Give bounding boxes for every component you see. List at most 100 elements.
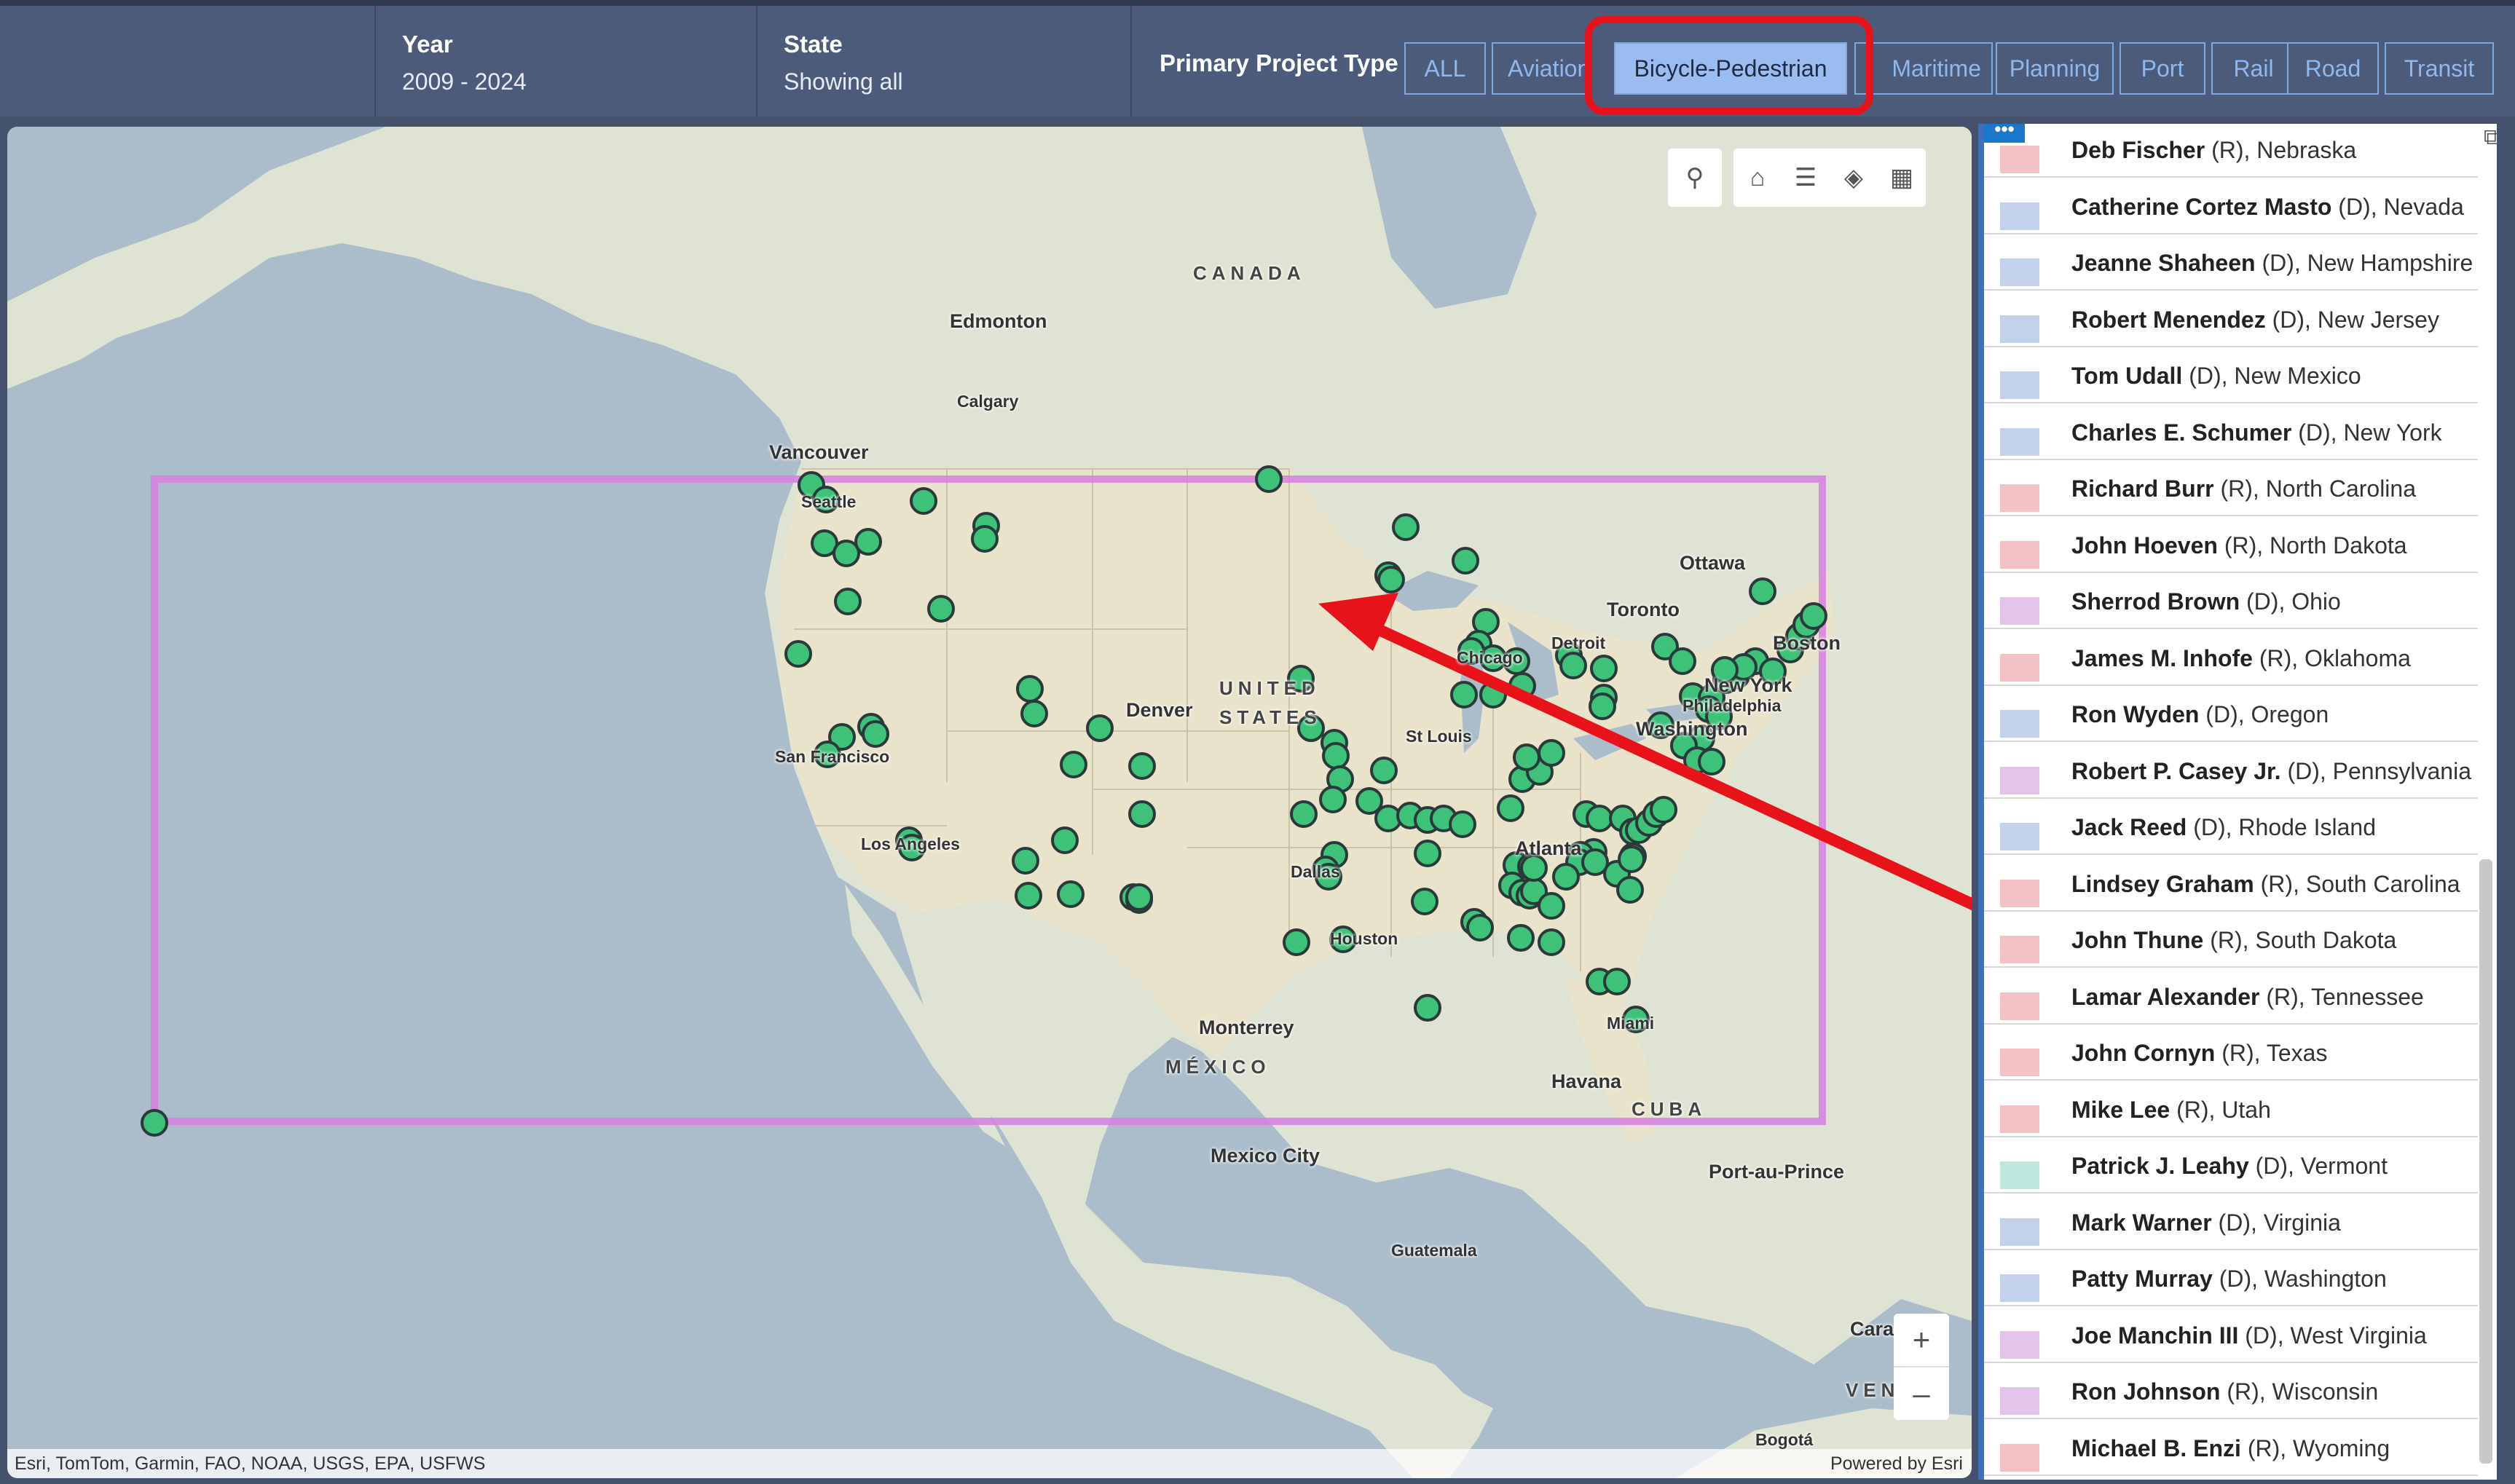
qr-code-icon[interactable]: ▦ xyxy=(1878,149,1926,207)
expand-icon[interactable]: ⧉ xyxy=(2484,125,2510,151)
project-marker[interactable] xyxy=(141,1109,168,1137)
project-marker[interactable] xyxy=(1449,810,1476,838)
senator-row[interactable]: John Hoeven (R), North Dakota xyxy=(1984,518,2482,573)
project-marker[interactable] xyxy=(1128,752,1156,780)
project-marker[interactable] xyxy=(1581,848,1609,876)
scrollbar-thumb[interactable] xyxy=(2479,859,2492,1464)
project-marker[interactable] xyxy=(910,487,937,515)
senator-row[interactable]: Tom Udall (D), New Mexico xyxy=(1984,348,2482,403)
senator-row[interactable]: Jack Reed (D), Rhode Island xyxy=(1984,800,2482,855)
project-marker[interactable] xyxy=(1086,714,1114,742)
project-marker[interactable] xyxy=(1452,547,1479,575)
project-marker[interactable] xyxy=(1255,465,1283,493)
project-marker[interactable] xyxy=(1322,742,1350,770)
project-marker[interactable] xyxy=(1590,655,1618,682)
project-marker[interactable] xyxy=(1319,786,1347,813)
project-marker[interactable] xyxy=(1290,800,1318,828)
project-marker[interactable] xyxy=(1450,681,1478,709)
project-marker[interactable] xyxy=(1513,743,1540,771)
home-icon[interactable]: ⌂ xyxy=(1733,149,1782,207)
senator-row[interactable]: Richard Burr (R), North Carolina xyxy=(1984,461,2482,516)
project-marker[interactable] xyxy=(862,720,889,748)
project-marker[interactable] xyxy=(1414,840,1441,867)
senator-row[interactable]: Patrick J. Leahy (D), Vermont xyxy=(1984,1138,2482,1193)
senator-row[interactable]: Deb Fischer (R), Nebraska xyxy=(1984,124,2482,178)
project-marker[interactable] xyxy=(1060,751,1087,778)
senator-row[interactable]: Robert P. Casey Jr. (D), Pennsylvania xyxy=(1984,743,2482,799)
senator-row[interactable]: Lindsey Graham (R), South Carolina xyxy=(1984,856,2482,912)
project-marker[interactable] xyxy=(1618,845,1645,873)
project-marker[interactable] xyxy=(1125,883,1153,911)
senator-row[interactable]: Michael B. Enzi (R), Wyoming xyxy=(1984,1421,2482,1476)
senator-row[interactable]: Ron Johnson (R), Wisconsin xyxy=(1984,1364,2482,1419)
senator-row[interactable]: Mike Lee (R), Utah xyxy=(1984,1082,2482,1137)
zoom-out-button[interactable]: – xyxy=(1894,1367,1949,1420)
senator-row[interactable]: Mark Warner (D), Virginia xyxy=(1984,1195,2482,1250)
type-button-maritime[interactable]: Maritime xyxy=(1854,42,1993,95)
project-marker[interactable] xyxy=(1414,994,1441,1022)
senator-row[interactable]: Ron Wyden (D), Oregon xyxy=(1984,687,2482,742)
project-marker[interactable] xyxy=(1538,739,1565,767)
project-marker[interactable] xyxy=(1392,513,1420,541)
legend-icon[interactable]: ☰ xyxy=(1782,149,1830,207)
project-marker[interactable] xyxy=(1016,675,1044,703)
state-filter[interactable]: State Showing all xyxy=(757,6,1132,117)
type-button-transit[interactable]: Transit xyxy=(2385,42,2494,95)
type-button-road[interactable]: Road xyxy=(2287,42,2379,95)
senator-row[interactable]: Catherine Cortez Masto (D), Nevada xyxy=(1984,179,2482,234)
project-marker[interactable] xyxy=(1377,566,1405,593)
project-marker[interactable] xyxy=(1538,892,1565,920)
project-marker[interactable] xyxy=(1128,800,1156,828)
type-button-all[interactable]: ALL xyxy=(1404,42,1486,95)
project-marker[interactable] xyxy=(1466,914,1494,942)
senator-row[interactable]: Patty Murray (D), Washington xyxy=(1984,1251,2482,1306)
project-marker[interactable] xyxy=(1012,847,1039,875)
project-marker[interactable] xyxy=(1552,863,1580,891)
year-filter[interactable]: Year 2009 - 2024 xyxy=(376,6,757,117)
project-marker[interactable] xyxy=(1698,748,1725,775)
project-marker[interactable] xyxy=(1507,924,1535,952)
project-marker[interactable] xyxy=(1051,826,1079,854)
project-marker[interactable] xyxy=(927,595,955,623)
project-marker[interactable] xyxy=(854,528,882,556)
senator-row[interactable]: Charles E. Schumer (D), New York xyxy=(1984,405,2482,460)
senator-row[interactable]: John Thune (R), South Dakota xyxy=(1984,912,2482,968)
project-marker[interactable] xyxy=(1586,805,1613,832)
project-marker[interactable] xyxy=(1015,882,1042,909)
senator-row[interactable]: John Cornyn (R), Texas xyxy=(1984,1025,2482,1081)
type-button-aviation[interactable]: Aviation xyxy=(1492,42,1586,95)
senator-row[interactable]: Jeanne Shaheen (D), New Hampshire xyxy=(1984,235,2482,291)
powered-by-esri[interactable]: Powered by Esri xyxy=(1830,1453,1963,1475)
project-marker[interactable] xyxy=(1616,876,1644,904)
project-marker[interactable] xyxy=(1603,968,1631,995)
project-marker[interactable] xyxy=(1589,692,1616,720)
project-marker[interactable] xyxy=(1800,602,1827,630)
type-button-port[interactable]: Port xyxy=(2120,42,2205,95)
zoom-in-button[interactable]: + xyxy=(1894,1314,1949,1367)
project-marker[interactable] xyxy=(784,640,812,668)
project-marker[interactable] xyxy=(834,588,862,615)
type-button-rail[interactable]: Rail xyxy=(2211,42,2296,95)
project-marker[interactable] xyxy=(1411,888,1438,915)
project-marker[interactable] xyxy=(1497,794,1524,822)
project-marker[interactable] xyxy=(1650,796,1677,824)
senator-row[interactable]: James M. Inhofe (R), Oklahoma xyxy=(1984,631,2482,686)
layers-icon[interactable]: ◈ xyxy=(1830,149,1878,207)
map-view[interactable]: CANADA Edmonton Calgary Vancouver Seattl… xyxy=(7,127,1972,1478)
senator-row[interactable]: Robert Menendez (D), New Jersey xyxy=(1984,292,2482,347)
senator-list-panel[interactable]: ••• Deb Fischer (R), Nebraska Catherine C… xyxy=(1978,124,2484,1480)
project-marker[interactable] xyxy=(1283,928,1310,956)
project-marker[interactable] xyxy=(1749,577,1776,605)
type-button-planning[interactable]: Planning xyxy=(1996,42,2114,95)
senator-row[interactable]: Joe Manchin III (D), West Virginia xyxy=(1984,1308,2482,1363)
project-marker[interactable] xyxy=(1559,652,1587,679)
project-marker[interactable] xyxy=(1538,928,1565,956)
project-marker[interactable] xyxy=(1669,647,1696,675)
project-marker[interactable] xyxy=(1057,880,1085,908)
project-marker[interactable] xyxy=(1370,757,1398,784)
senator-row[interactable]: Sherrod Brown (D), Ohio xyxy=(1984,574,2482,629)
project-marker[interactable] xyxy=(971,525,999,553)
senator-row[interactable]: Lamar Alexander (R), Tennessee xyxy=(1984,969,2482,1025)
project-marker[interactable] xyxy=(1020,700,1048,727)
search-icon[interactable]: ⚲ xyxy=(1668,149,1722,207)
